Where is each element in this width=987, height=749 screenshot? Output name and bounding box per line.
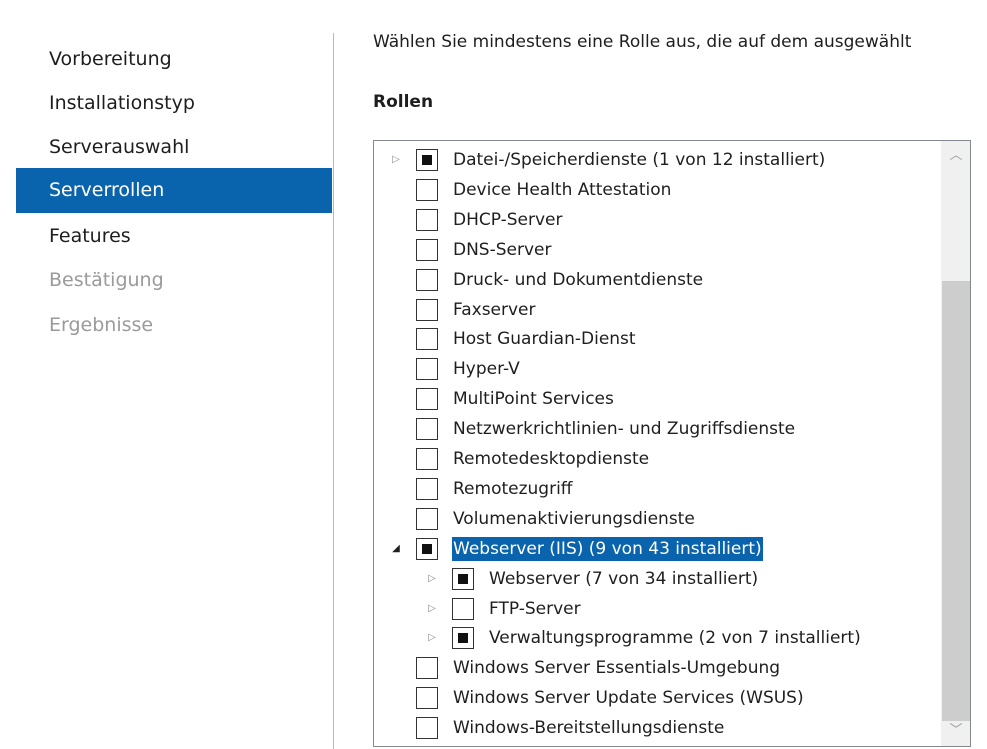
role-checkbox[interactable] [416, 538, 438, 560]
sidebar-item-installationstyp[interactable]: Installationstyp [16, 81, 332, 126]
role-checkbox[interactable] [452, 627, 474, 649]
role-checkbox[interactable] [416, 418, 438, 440]
wizard-window: Vorbereitung Installationstyp Serverausw… [0, 0, 987, 749]
role-label[interactable]: Datei-/Speicherdienste (1 von 12 install… [452, 148, 826, 172]
vertical-scrollbar[interactable]: ︿ ﹀ [941, 141, 970, 746]
tree-row[interactable]: Remotedesktopdienste [374, 444, 940, 474]
role-checkbox[interactable] [416, 269, 438, 291]
tree-row[interactable]: Device Health Attestation [374, 175, 940, 205]
wizard-sidebar: Vorbereitung Installationstyp Serverausw… [0, 0, 333, 749]
tree-row[interactable]: Windows Server Essentials-Umgebung [374, 653, 940, 683]
sidebar-item-features[interactable]: Features [16, 214, 332, 259]
tree-row[interactable]: Remotezugriff [374, 474, 940, 504]
tree-row[interactable]: Host Guardian-Dienst [374, 324, 940, 354]
role-label[interactable]: Webserver (IIS) (9 von 43 installiert) [452, 537, 763, 561]
role-label[interactable]: Remotezugriff [452, 477, 574, 501]
sidebar-divider [333, 33, 334, 749]
role-checkbox[interactable] [416, 149, 438, 171]
role-checkbox[interactable] [416, 388, 438, 410]
roles-heading: Rollen [373, 92, 434, 112]
role-checkbox[interactable] [416, 508, 438, 530]
role-label[interactable]: FTP-Server [488, 597, 582, 621]
tree-row[interactable]: ▷ FTP-Server [374, 594, 940, 624]
role-checkbox[interactable] [416, 299, 438, 321]
expanded-arrow-icon[interactable]: ◢ [390, 543, 402, 555]
collapsed-arrow-icon[interactable]: ▷ [426, 603, 438, 615]
role-checkbox[interactable] [416, 239, 438, 261]
role-label[interactable]: Druck- und Dokumentdienste [452, 268, 704, 292]
instruction-text: Wählen Sie mindestens eine Rolle aus, di… [373, 32, 912, 52]
sidebar-item-bestaetigung: Bestätigung [49, 269, 164, 291]
roles-tree[interactable]: ▷ Datei-/Speicherdienste (1 von 12 instal… [373, 140, 971, 747]
role-checkbox[interactable] [416, 478, 438, 500]
tree-row[interactable]: ◢ Webserver (IIS) (9 von 43 installiert) [374, 534, 940, 564]
collapsed-arrow-icon[interactable]: ▷ [426, 573, 438, 585]
role-label[interactable]: Windows Server Essentials-Umgebung [452, 656, 781, 680]
collapsed-arrow-icon[interactable]: ▷ [390, 154, 402, 166]
role-checkbox[interactable] [416, 657, 438, 679]
role-label[interactable]: Device Health Attestation [452, 178, 672, 202]
tree-row[interactable]: Hyper-V [374, 354, 940, 384]
chevron-up-icon[interactable]: ︿ [941, 141, 970, 171]
scrollbar-thumb[interactable] [942, 281, 970, 721]
role-checkbox[interactable] [452, 598, 474, 620]
tree-row[interactable]: Volumenaktivierungsdienste [374, 504, 940, 534]
tree-row[interactable]: ▷ Webserver (7 von 34 installiert) [374, 564, 940, 594]
role-label[interactable]: Volumenaktivierungsdienste [452, 507, 696, 531]
role-checkbox[interactable] [452, 568, 474, 590]
role-checkbox[interactable] [416, 179, 438, 201]
role-checkbox[interactable] [416, 717, 438, 739]
tree-row[interactable]: ▷ Verwaltungsprogramme (2 von 7 installie… [374, 623, 940, 653]
collapsed-arrow-icon[interactable]: ▷ [426, 632, 438, 644]
role-label[interactable]: Windows-Bereitstellungsdienste [452, 716, 725, 740]
sidebar-item-ergebnisse: Ergebnisse [49, 314, 154, 336]
tree-row[interactable]: Netzwerkrichtlinien- und Zugriffsdienste [374, 414, 940, 444]
role-label[interactable]: Remotedesktopdienste [452, 447, 650, 471]
tree-row[interactable]: DNS-Server [374, 235, 940, 265]
tree-row[interactable]: Druck- und Dokumentdienste [374, 265, 940, 295]
tree-row[interactable]: MultiPoint Services [374, 384, 940, 414]
role-label[interactable]: MultiPoint Services [452, 387, 615, 411]
tree-row[interactable]: Faxserver [374, 295, 940, 325]
role-checkbox[interactable] [416, 448, 438, 470]
role-label[interactable]: Webserver (7 von 34 installiert) [488, 567, 759, 591]
role-label[interactable]: Faxserver [452, 298, 537, 322]
tree-row[interactable]: Windows Server Update Services (WSUS) [374, 683, 940, 713]
role-label[interactable]: Host Guardian-Dienst [452, 327, 637, 351]
role-label[interactable]: DHCP-Server [452, 208, 564, 232]
tree-row[interactable]: DHCP-Server [374, 205, 940, 235]
sidebar-item-serverauswahl[interactable]: Serverauswahl [16, 125, 332, 170]
role-label[interactable]: Hyper-V [452, 357, 521, 381]
role-label[interactable]: Verwaltungsprogramme (2 von 7 installier… [488, 626, 862, 650]
role-label[interactable]: Netzwerkrichtlinien- und Zugriffsdienste [452, 417, 796, 441]
tree-row[interactable]: ▷ Datei-/Speicherdienste (1 von 12 instal… [374, 145, 940, 175]
sidebar-item-vorbereitung[interactable]: Vorbereitung [16, 37, 332, 82]
sidebar-item-serverrollen[interactable]: Serverrollen [16, 168, 332, 213]
chevron-down-icon[interactable]: ﹀ [941, 716, 970, 746]
role-checkbox[interactable] [416, 687, 438, 709]
role-checkbox[interactable] [416, 209, 438, 231]
role-label[interactable]: Windows Server Update Services (WSUS) [452, 686, 805, 710]
role-checkbox[interactable] [416, 358, 438, 380]
role-checkbox[interactable] [416, 328, 438, 350]
role-label[interactable]: DNS-Server [452, 238, 552, 262]
tree-row[interactable]: Windows-Bereitstellungsdienste [374, 713, 940, 743]
